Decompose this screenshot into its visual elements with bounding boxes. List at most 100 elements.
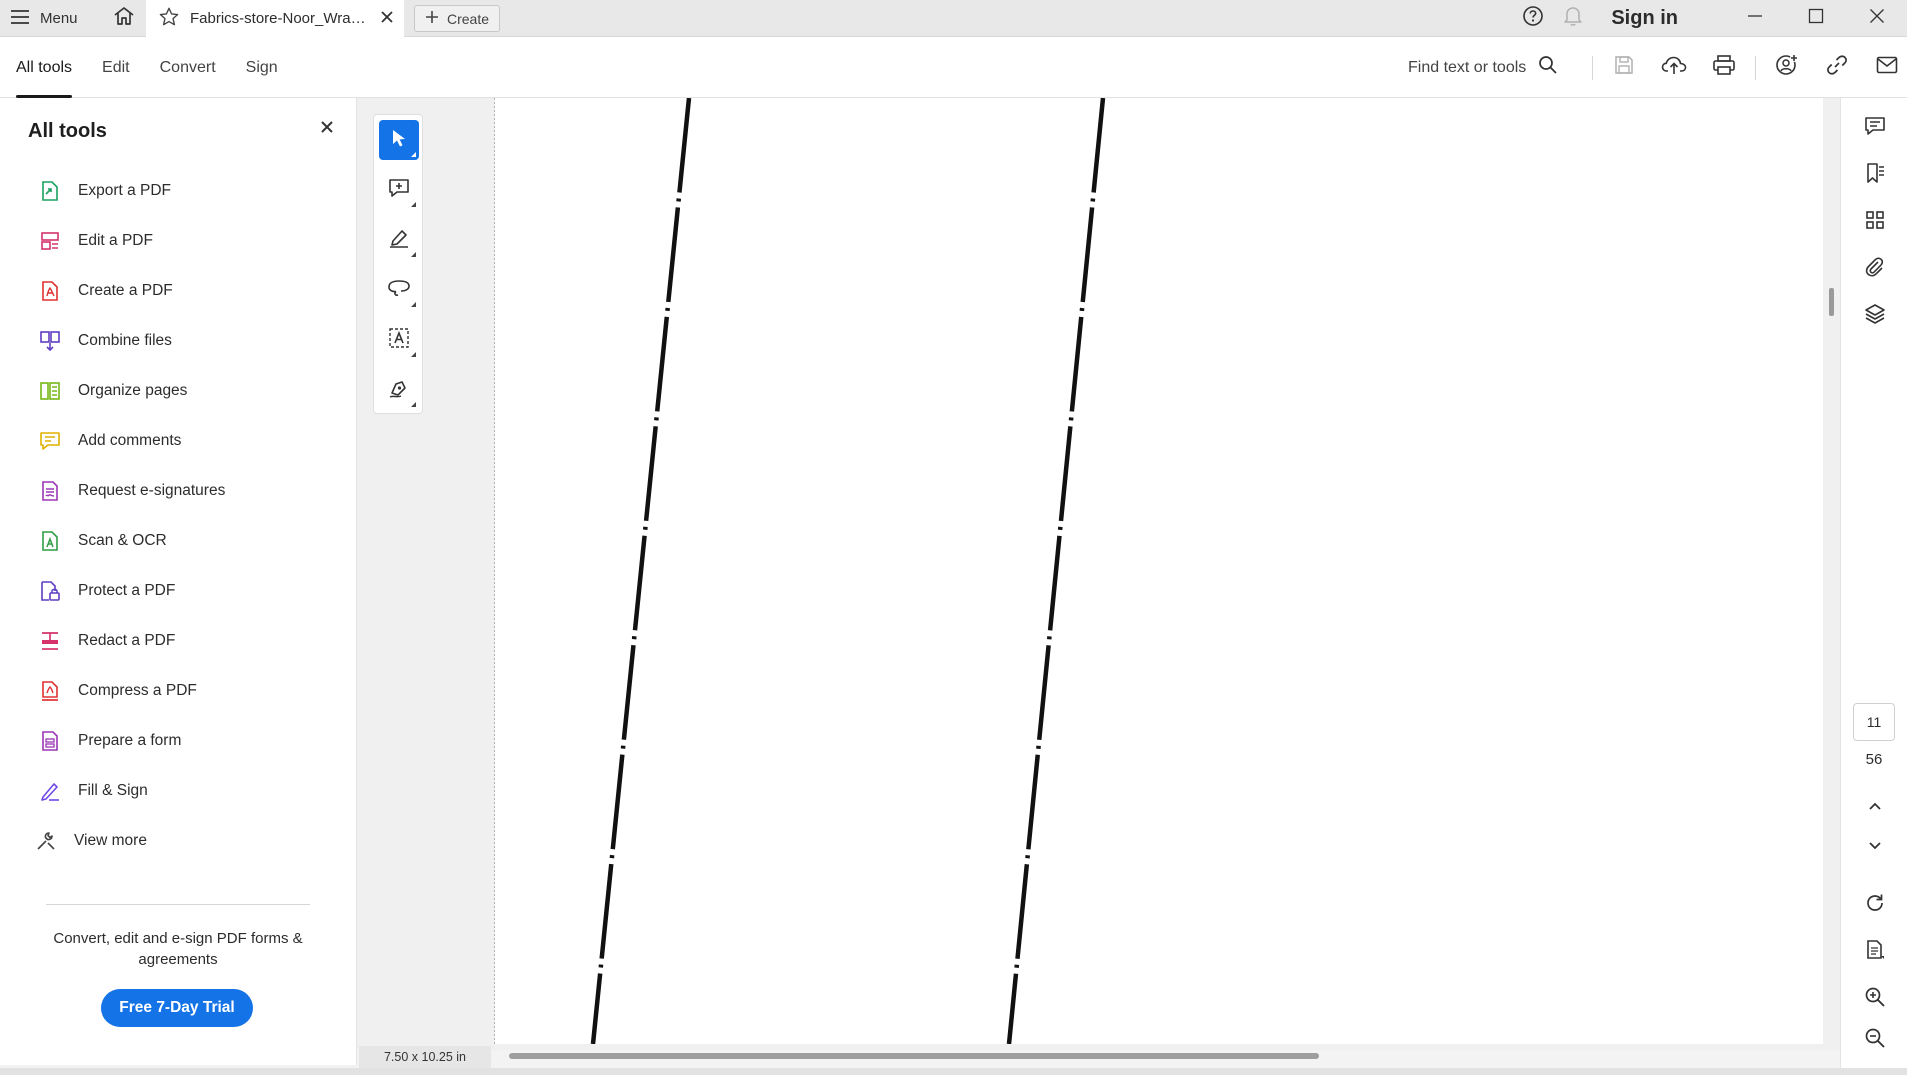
- email-button[interactable]: [1862, 37, 1907, 98]
- tool-add-comments[interactable]: Add comments: [38, 416, 338, 466]
- tool-edit-pdf[interactable]: Edit a PDF: [38, 216, 338, 266]
- current-page-input[interactable]: 11: [1853, 703, 1895, 741]
- save-button[interactable]: [1599, 37, 1649, 98]
- previous-page-button[interactable]: [1855, 788, 1895, 828]
- help-icon: [1522, 5, 1544, 32]
- grid-icon: [1865, 210, 1885, 235]
- search-icon: [1538, 55, 1558, 80]
- close-panel-button[interactable]: [318, 120, 336, 138]
- page-fit-icon: [1864, 939, 1886, 966]
- cursor-arrow-icon: [390, 128, 408, 153]
- tool-fill-sign[interactable]: Fill & Sign: [38, 766, 338, 816]
- copy-link-button[interactable]: [1812, 37, 1862, 98]
- printer-icon: [1712, 54, 1736, 81]
- tool-protect-pdf[interactable]: Protect a PDF: [38, 566, 338, 616]
- pdf-page[interactable]: [495, 98, 1823, 1044]
- minimize-button[interactable]: [1724, 0, 1785, 37]
- home-button[interactable]: [108, 0, 140, 37]
- view-more-link[interactable]: View more: [34, 816, 338, 866]
- upload-button[interactable]: [1649, 37, 1699, 98]
- print-button[interactable]: [1699, 37, 1749, 98]
- find-text-or-tools[interactable]: Find text or tools: [1408, 37, 1558, 98]
- submenu-indicator: [411, 302, 416, 307]
- tool-label: Redact a PDF: [78, 632, 176, 649]
- create-label: Create: [447, 10, 490, 27]
- tab-sign[interactable]: Sign: [246, 37, 278, 98]
- tool-label: Scan & OCR: [78, 532, 167, 549]
- divider: [1755, 55, 1756, 80]
- comments-panel-button[interactable]: [1855, 108, 1895, 148]
- bell-icon: [1563, 5, 1583, 32]
- pattern-line: [1006, 98, 1106, 1044]
- bookmarks-panel-button[interactable]: [1855, 155, 1895, 195]
- tool-scan-ocr[interactable]: Scan & OCR: [38, 516, 338, 566]
- text-box-tool-button[interactable]: [379, 320, 419, 360]
- rotate-page-button[interactable]: [1855, 885, 1895, 925]
- tool-create-pdf[interactable]: Create a PDF: [38, 266, 338, 316]
- tool-organize-pages[interactable]: Organize pages: [38, 366, 338, 416]
- text-box-icon: [388, 327, 410, 354]
- tool-prepare-form[interactable]: Prepare a form: [38, 716, 338, 766]
- horizontal-scrollbar[interactable]: [509, 1053, 1319, 1059]
- notifications-button[interactable]: [1553, 0, 1593, 37]
- tab-all-tools[interactable]: All tools: [16, 37, 73, 98]
- chevron-up-icon: [1867, 799, 1883, 817]
- menu-button[interactable]: Menu: [10, 0, 78, 37]
- quick-tools-palette: [373, 114, 423, 414]
- sign-tool-button[interactable]: [379, 370, 419, 410]
- maximize-button[interactable]: [1785, 0, 1846, 37]
- zoom-in-button[interactable]: [1855, 979, 1895, 1019]
- free-trial-button[interactable]: Free 7-Day Trial: [101, 989, 253, 1027]
- tool-compress-pdf[interactable]: Compress a PDF: [38, 666, 338, 716]
- tool-request-esignatures[interactable]: Request e-signatures: [38, 466, 338, 516]
- add-comment-tool-button[interactable]: [379, 170, 419, 210]
- sign-in-link[interactable]: Sign in: [1611, 7, 1678, 30]
- close-icon: [320, 120, 334, 139]
- rotate-icon: [1864, 892, 1886, 919]
- zoom-in-icon: [1864, 986, 1886, 1013]
- export-pdf-icon: [38, 179, 62, 203]
- mail-icon: [1876, 56, 1898, 79]
- close-window-button[interactable]: [1846, 0, 1907, 37]
- page-fit-button[interactable]: [1855, 932, 1895, 972]
- tool-label: Fill & Sign: [78, 782, 148, 799]
- layers-panel-button[interactable]: [1855, 296, 1895, 336]
- zoom-out-button[interactable]: [1855, 1020, 1895, 1060]
- share-with-people-button[interactable]: [1762, 37, 1812, 98]
- tool-combine-files[interactable]: Combine files: [38, 316, 338, 366]
- plus-icon: [425, 10, 439, 27]
- attachments-panel-button[interactable]: [1855, 249, 1895, 289]
- close-tab-icon[interactable]: [380, 10, 394, 28]
- document-tab[interactable]: Fabrics-store-Noor_Wrap...: [146, 0, 404, 37]
- highlight-tool-button[interactable]: [379, 220, 419, 260]
- next-page-button[interactable]: [1855, 828, 1895, 868]
- tool-export-pdf[interactable]: Export a PDF: [38, 166, 338, 216]
- combine-files-icon: [38, 329, 62, 353]
- request-esignatures-icon: [38, 479, 62, 503]
- prepare-form-icon: [38, 729, 62, 753]
- toolbar-tabs: All tools Edit Convert Sign: [16, 37, 278, 98]
- tool-label: Organize pages: [78, 382, 188, 399]
- page-size-label: 7.50 x 10.25 in: [359, 1046, 491, 1068]
- redact-pdf-icon: [38, 629, 62, 653]
- divider: [1592, 55, 1593, 80]
- select-tool-button[interactable]: [379, 120, 419, 160]
- lasso-draw-icon: [387, 278, 411, 303]
- tool-label: Protect a PDF: [78, 582, 176, 599]
- star-icon[interactable]: [158, 6, 180, 32]
- wrench-icon: [34, 829, 58, 853]
- all-tools-panel: All tools Export a PDF Edit a PDF Create…: [0, 98, 357, 1065]
- link-icon: [1826, 54, 1848, 81]
- vertical-scrollbar[interactable]: [1829, 288, 1834, 316]
- tool-redact-pdf[interactable]: Redact a PDF: [38, 616, 338, 666]
- thumbnails-panel-button[interactable]: [1855, 202, 1895, 242]
- draw-tool-button[interactable]: [379, 270, 419, 310]
- tool-label: Create a PDF: [78, 282, 173, 299]
- tab-edit[interactable]: Edit: [102, 37, 130, 98]
- pen-highlight-icon: [388, 227, 410, 254]
- help-button[interactable]: [1513, 0, 1553, 37]
- tab-convert[interactable]: Convert: [160, 37, 216, 98]
- submenu-indicator: [411, 202, 416, 207]
- create-button[interactable]: Create: [414, 5, 501, 32]
- organize-pages-icon: [38, 379, 62, 403]
